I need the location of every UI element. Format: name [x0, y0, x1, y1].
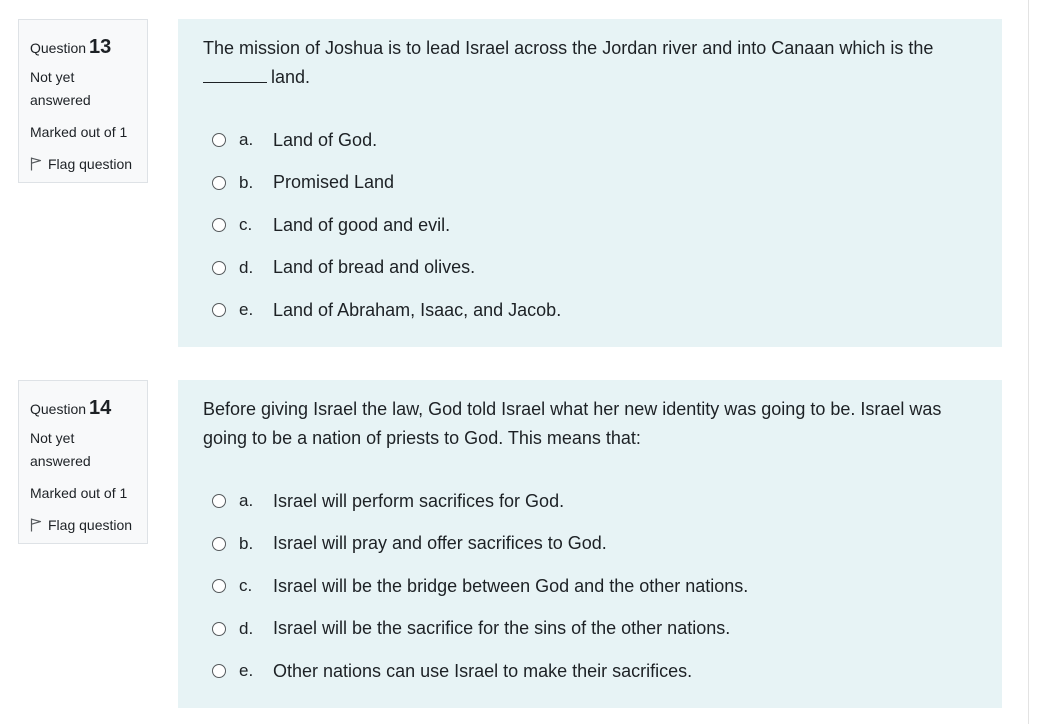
answer-letter: d. — [239, 257, 254, 277]
question-text-part1: The mission of Joshua is to lead Israel … — [203, 38, 934, 58]
answer-option-d[interactable]: d. Land of bread and olives. — [212, 247, 561, 290]
radio-unchecked-icon[interactable] — [212, 494, 226, 509]
question-text: The mission of Joshua is to lead Israel … — [203, 34, 983, 92]
radio-unchecked-icon[interactable] — [212, 664, 226, 679]
answer-letter: e. — [239, 300, 254, 320]
question-info-panel: Question 13 Not yet answered Marked out o… — [18, 19, 148, 183]
answer-text: Land of good and evil. — [273, 214, 451, 235]
answer-option-c[interactable]: c. Israel will be the bridge between God… — [212, 565, 748, 608]
question-number-value: 14 — [89, 397, 112, 419]
fill-in-blank — [203, 64, 267, 83]
answer-letter: a. — [239, 491, 254, 511]
answer-text: Land of God. — [273, 129, 378, 150]
flag-question-link[interactable]: Flag question — [30, 515, 147, 535]
question-label: Question — [30, 401, 87, 417]
radio-unchecked-icon[interactable] — [212, 218, 226, 233]
question-text: Before giving Israel the law, God told I… — [203, 399, 942, 448]
question-info-panel: Question 14 Not yet answered Marked out o… — [18, 380, 148, 544]
answer-option-a[interactable]: a. Israel will perform sacrifices for Go… — [212, 480, 748, 523]
answer-text: Land of Abraham, Isaac, and Jacob. — [273, 299, 562, 320]
radio-unchecked-icon[interactable] — [212, 260, 226, 275]
radio-unchecked-icon[interactable] — [212, 133, 226, 148]
question-state: Not yet answered — [30, 69, 91, 108]
answer-option-e[interactable]: e. Land of Abraham, Isaac, and Jacob. — [212, 289, 561, 332]
question-number: Question 14 — [30, 395, 147, 421]
answer-letter: c. — [239, 576, 253, 596]
answer-option-b[interactable]: b. Israel will pray and offer sacrifices… — [212, 523, 748, 566]
flag-question-label: Flag question — [48, 156, 133, 172]
question-number: Question 13 — [30, 34, 147, 60]
answer-option-a[interactable]: a. Land of God. — [212, 119, 561, 162]
answer-text: Israel will pray and offer sacrifices to… — [273, 533, 607, 554]
question-content: Before giving Israel the law, God told I… — [178, 380, 1002, 708]
answer-text: Israel will be the bridge between God an… — [273, 575, 749, 596]
page-right-border — [1028, 0, 1029, 724]
answer-options: a. Israel will perform sacrifices for Go… — [212, 480, 748, 693]
radio-unchecked-icon[interactable] — [212, 175, 226, 190]
radio-unchecked-icon[interactable] — [212, 303, 226, 318]
answer-text: Land of bread and olives. — [273, 257, 476, 278]
quiz-page: Question 13 Not yet answered Marked out o… — [0, 0, 1042, 724]
answer-letter: e. — [239, 661, 254, 681]
question-content: The mission of Joshua is to lead Israel … — [178, 19, 1002, 347]
question-grade: Marked out of 1 — [30, 485, 128, 501]
answer-option-e[interactable]: e. Other nations can use Israel to make … — [212, 650, 748, 693]
flag-question-label: Flag question — [48, 517, 133, 533]
answer-option-d[interactable]: d. Israel will be the sacrifice for the … — [212, 608, 748, 651]
answer-option-c[interactable]: c. Land of good and evil. — [212, 204, 561, 247]
radio-unchecked-icon[interactable] — [212, 536, 226, 551]
radio-unchecked-icon[interactable] — [212, 579, 226, 594]
answer-letter: a. — [239, 130, 254, 150]
answer-options: a. Land of God. b. Promised Land c. Land… — [212, 119, 561, 332]
answer-text: Israel will perform sacrifices for God. — [273, 490, 565, 511]
question-grade: Marked out of 1 — [30, 124, 128, 140]
answer-text: Promised Land — [273, 172, 395, 193]
question-number-value: 13 — [89, 36, 112, 58]
answer-text: Other nations can use Israel to make the… — [273, 660, 693, 681]
answer-text: Israel will be the sacrifice for the sin… — [273, 618, 731, 639]
answer-letter: d. — [239, 618, 254, 638]
answer-option-b[interactable]: b. Promised Land — [212, 162, 561, 205]
question-state: Not yet answered — [30, 430, 91, 469]
answer-letter: b. — [239, 172, 254, 192]
flag-icon — [30, 157, 42, 171]
flag-icon — [30, 518, 42, 532]
radio-unchecked-icon[interactable] — [212, 621, 226, 636]
flag-question-link[interactable]: Flag question — [30, 154, 147, 174]
answer-letter: b. — [239, 533, 254, 553]
question-text-part2: land. — [271, 67, 311, 87]
answer-letter: c. — [239, 215, 253, 235]
question-label: Question — [30, 40, 87, 56]
